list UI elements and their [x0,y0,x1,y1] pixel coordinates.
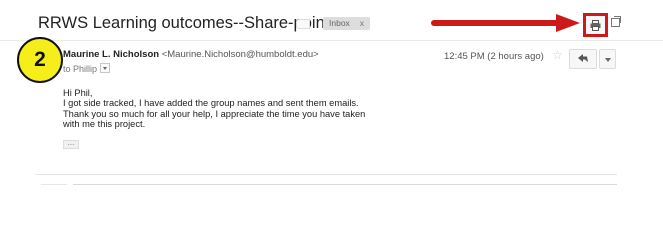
body-line: with me this project. [63,118,146,129]
body-line: Thank you so much for all your help, I a… [63,108,366,119]
print-all-button[interactable] [583,13,608,37]
to-prefix: to [63,64,71,74]
message-body: Hi Phil, I got side tracked, I have adde… [63,88,365,129]
inbox-label-chip[interactable]: Inbox x [323,17,371,30]
reply-arrow-icon [578,54,588,62]
step-number-badge: 2 [17,37,63,83]
sender-email: <Maurine.Nicholson@humboldt.edu> [161,49,319,60]
label-tag-icon[interactable] [296,19,310,29]
star-icon[interactable]: ☆ [552,48,563,62]
show-details-icon[interactable] [100,63,111,73]
thread-subject: RRWS Learning outcomes--Share-point [38,14,330,32]
message-timestamp: 12:45 PM (2 hours ago) [444,51,544,62]
reply-button[interactable] [569,49,597,69]
body-line: I got side tracked, I have added the gro… [63,98,359,109]
sender-line: Maurine L. Nicholson <Maurine.Nicholson@… [63,49,319,60]
new-window-icon[interactable] [611,16,621,27]
message-divider [35,174,617,175]
recipient-line: to Phillip [63,63,111,74]
email-thread-view: RRWS Learning outcomes--Share-point Inbo… [0,0,663,246]
body-line: Hi Phil, [63,88,93,98]
sender-name[interactable]: Maurine L. Nicholson [63,49,159,60]
reply-avatar-edge [41,184,67,185]
reply-box-top-edge[interactable] [73,184,617,185]
more-actions-button[interactable] [599,49,616,69]
show-trimmed-content-button[interactable]: ... [63,139,79,149]
recipient-name: Phillip [73,64,98,74]
header-divider [0,40,663,41]
remove-label-icon[interactable]: x [360,18,364,28]
inbox-label-text: Inbox [329,18,350,28]
printer-icon [590,20,601,31]
annotation-arrow-icon [431,14,580,32]
